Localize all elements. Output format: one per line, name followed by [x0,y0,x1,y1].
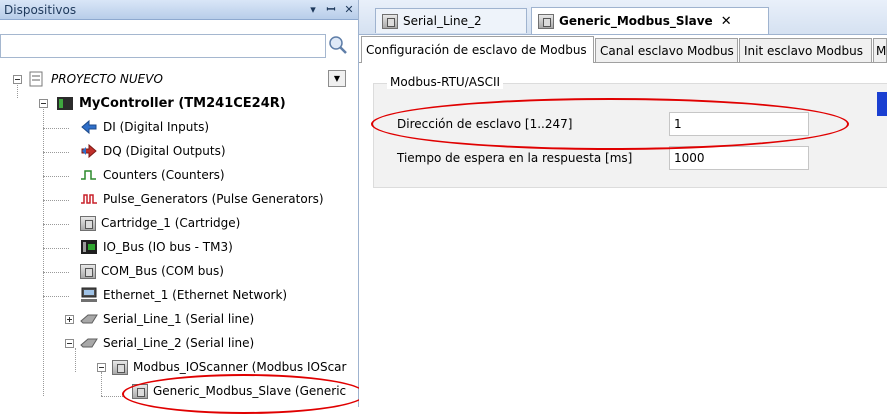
tree-item-pulse-generators[interactable]: Pulse_Generators (Pulse Generators) [80,188,324,210]
tree-item-di[interactable]: DI (Digital Inputs) [80,116,209,138]
tree-item-label: Serial_Line_1 (Serial line) [103,312,255,326]
panel-menu-icon[interactable]: ▾ [304,3,322,16]
devices-search [0,34,356,58]
tab-label: Generic_Modbus_Slave [559,14,713,28]
tab-label: Init esclavo Modbus [744,43,863,58]
module-icon [80,215,96,231]
serial-line-icon [80,338,98,348]
tree-item-label: Ethernet_1 (Ethernet Network) [103,288,288,302]
devices-panel: Dispositivos ▾ ꟷ ✕ ▼ PROYECTO NUEVO MyCo… [0,0,366,414]
serial-line-icon [80,314,98,324]
tree-item-dq[interactable]: DQ (Digital Outputs) [80,140,226,162]
tab-label: Configuración de esclavo de Modbus [366,43,587,57]
editor-area: Serial_Line_2 Generic_Modbus_Slave ✕ Con… [359,0,887,407]
counters-icon [81,170,96,180]
highlight-circle [371,98,849,150]
tab-generic-modbus-slave[interactable]: Generic_Modbus_Slave ✕ [531,7,769,34]
devices-panel-header: Dispositivos ▾ ꟷ ✕ [0,0,358,20]
tree-item-label: PROYECTO NUEVO [51,72,163,86]
tree-item-label: Pulse_Generators (Pulse Generators) [103,192,324,206]
response-timeout-field[interactable]: 1000 [669,146,809,170]
tree-item-serial-line-1[interactable]: Serial_Line_1 (Serial line) [80,308,254,330]
tab-canal-esclavo[interactable]: Canal esclavo Modbus [595,38,738,62]
tab-init-esclavo[interactable]: Init esclavo Modbus [739,38,872,62]
module-icon [80,263,96,279]
collapse-toggle[interactable] [97,363,106,372]
tab-label: M [876,43,887,58]
tab-label: Canal esclavo Modbus [600,43,734,58]
tree-dropdown-button[interactable]: ▼ [328,70,346,87]
group-title: Modbus-RTU/ASCII [387,75,504,89]
close-icon[interactable]: ✕ [340,3,358,16]
tree-item-com-bus[interactable]: COM_Bus (COM bus) [80,260,224,282]
pulse-generators-icon [81,194,97,204]
tree-item-label: DI (Digital Inputs) [103,120,210,134]
tree-item-label: COM_Bus (COM bus) [101,264,224,278]
tree-item-label: Serial_Line_2 (Serial line) [103,336,255,350]
digital-inputs-icon [81,119,97,135]
expand-toggle[interactable] [65,315,74,324]
tab-label: Serial_Line_2 [403,14,482,28]
tab-more[interactable]: M [873,38,887,62]
pin-icon[interactable]: ꟷ [322,2,340,17]
tree-item-label: DQ (Digital Outputs) [103,144,226,158]
controller-icon [57,97,73,110]
document-tab-bar: Serial_Line_2 Generic_Modbus_Slave ✕ [359,0,887,35]
tree-item-label: IO_Bus (IO bus - TM3) [103,240,233,254]
tab-modbus-slave-config[interactable]: Configuración de esclavo de Modbus [361,36,594,63]
status-indicator [877,92,887,116]
tree-item-counters[interactable]: Counters (Counters) [80,164,225,186]
collapse-toggle[interactable] [13,75,22,84]
collapse-toggle[interactable] [65,339,74,348]
response-timeout-label: Tiempo de espera en la respuesta [ms] [397,151,633,165]
tree-item-ethernet[interactable]: Ethernet_1 (Ethernet Network) [80,284,287,306]
tree-item-label: Modbus_IOScanner (Modbus IOScar [133,360,347,374]
tree-item-serial-line-2[interactable]: Serial_Line_2 (Serial line) [80,332,254,354]
tree-item-label: MyController (TM241CE24R) [79,95,286,111]
highlight-circle [122,374,366,414]
io-bus-icon [81,240,97,254]
module-icon [382,13,398,29]
module-icon [538,13,554,29]
tree-item-mycontroller[interactable]: MyController (TM241CE24R) [56,92,286,114]
tree-item-label: Cartridge_1 (Cartridge) [101,216,241,230]
devices-search-input[interactable] [0,34,326,58]
close-tab-icon[interactable]: ✕ [721,14,732,29]
tab-serial-line-2[interactable]: Serial_Line_2 [375,8,527,33]
tree-item-label: Counters (Counters) [103,168,225,182]
module-icon [112,359,128,375]
project-icon [29,71,43,87]
devices-panel-title: Dispositivos [4,2,77,17]
tree-item-cartridge[interactable]: Cartridge_1 (Cartridge) [80,212,240,234]
search-icon[interactable] [327,35,349,55]
tree-item-io-bus[interactable]: IO_Bus (IO bus - TM3) [80,236,233,258]
tree-item-project[interactable]: PROYECTO NUEVO [28,68,163,90]
editor-sub-tabs: Configuración de esclavo de Modbus Canal… [359,36,887,63]
collapse-toggle[interactable] [39,99,48,108]
ethernet-icon [81,287,97,302]
digital-outputs-icon [81,143,97,159]
